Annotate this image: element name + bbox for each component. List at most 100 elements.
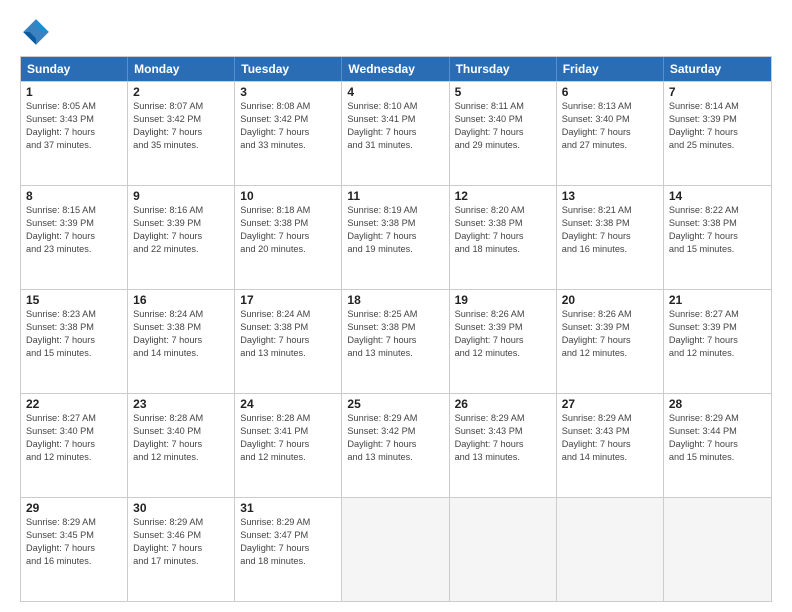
day-info: Sunrise: 8:10 AM Sunset: 3:41 PM Dayligh… — [347, 100, 443, 152]
calendar-cell: 18Sunrise: 8:25 AM Sunset: 3:38 PM Dayli… — [342, 290, 449, 393]
day-info: Sunrise: 8:26 AM Sunset: 3:39 PM Dayligh… — [562, 308, 658, 360]
calendar-cell: 8Sunrise: 8:15 AM Sunset: 3:39 PM Daylig… — [21, 186, 128, 289]
day-number: 20 — [562, 293, 658, 307]
day-info: Sunrise: 8:23 AM Sunset: 3:38 PM Dayligh… — [26, 308, 122, 360]
day-number: 7 — [669, 85, 766, 99]
day-number: 8 — [26, 189, 122, 203]
day-info: Sunrise: 8:26 AM Sunset: 3:39 PM Dayligh… — [455, 308, 551, 360]
day-info: Sunrise: 8:29 AM Sunset: 3:43 PM Dayligh… — [562, 412, 658, 464]
day-number: 18 — [347, 293, 443, 307]
day-number: 12 — [455, 189, 551, 203]
cal-header-saturday: Saturday — [664, 57, 771, 81]
calendar-cell: 16Sunrise: 8:24 AM Sunset: 3:38 PM Dayli… — [128, 290, 235, 393]
day-number: 22 — [26, 397, 122, 411]
day-number: 21 — [669, 293, 766, 307]
cal-header-wednesday: Wednesday — [342, 57, 449, 81]
cal-header-sunday: Sunday — [21, 57, 128, 81]
calendar-week-5: 29Sunrise: 8:29 AM Sunset: 3:45 PM Dayli… — [21, 497, 771, 601]
calendar: SundayMondayTuesdayWednesdayThursdayFrid… — [20, 56, 772, 602]
calendar-cell: 20Sunrise: 8:26 AM Sunset: 3:39 PM Dayli… — [557, 290, 664, 393]
calendar-cell: 28Sunrise: 8:29 AM Sunset: 3:44 PM Dayli… — [664, 394, 771, 497]
day-number: 31 — [240, 501, 336, 515]
day-info: Sunrise: 8:07 AM Sunset: 3:42 PM Dayligh… — [133, 100, 229, 152]
calendar-cell: 4Sunrise: 8:10 AM Sunset: 3:41 PM Daylig… — [342, 82, 449, 185]
calendar-cell: 6Sunrise: 8:13 AM Sunset: 3:40 PM Daylig… — [557, 82, 664, 185]
calendar-cell: 21Sunrise: 8:27 AM Sunset: 3:39 PM Dayli… — [664, 290, 771, 393]
day-number: 16 — [133, 293, 229, 307]
calendar-cell: 3Sunrise: 8:08 AM Sunset: 3:42 PM Daylig… — [235, 82, 342, 185]
day-number: 9 — [133, 189, 229, 203]
calendar-cell: 14Sunrise: 8:22 AM Sunset: 3:38 PM Dayli… — [664, 186, 771, 289]
day-info: Sunrise: 8:29 AM Sunset: 3:44 PM Dayligh… — [669, 412, 766, 464]
day-info: Sunrise: 8:29 AM Sunset: 3:42 PM Dayligh… — [347, 412, 443, 464]
day-info: Sunrise: 8:14 AM Sunset: 3:39 PM Dayligh… — [669, 100, 766, 152]
calendar-cell: 25Sunrise: 8:29 AM Sunset: 3:42 PM Dayli… — [342, 394, 449, 497]
calendar-cell: 24Sunrise: 8:28 AM Sunset: 3:41 PM Dayli… — [235, 394, 342, 497]
day-number: 30 — [133, 501, 229, 515]
calendar-cell: 27Sunrise: 8:29 AM Sunset: 3:43 PM Dayli… — [557, 394, 664, 497]
calendar-header: SundayMondayTuesdayWednesdayThursdayFrid… — [21, 57, 771, 81]
day-info: Sunrise: 8:29 AM Sunset: 3:47 PM Dayligh… — [240, 516, 336, 568]
day-info: Sunrise: 8:22 AM Sunset: 3:38 PM Dayligh… — [669, 204, 766, 256]
page: SundayMondayTuesdayWednesdayThursdayFrid… — [0, 0, 792, 612]
calendar-cell: 7Sunrise: 8:14 AM Sunset: 3:39 PM Daylig… — [664, 82, 771, 185]
day-info: Sunrise: 8:05 AM Sunset: 3:43 PM Dayligh… — [26, 100, 122, 152]
day-number: 13 — [562, 189, 658, 203]
day-number: 28 — [669, 397, 766, 411]
calendar-cell — [342, 498, 449, 601]
day-info: Sunrise: 8:13 AM Sunset: 3:40 PM Dayligh… — [562, 100, 658, 152]
day-info: Sunrise: 8:24 AM Sunset: 3:38 PM Dayligh… — [240, 308, 336, 360]
day-info: Sunrise: 8:29 AM Sunset: 3:46 PM Dayligh… — [133, 516, 229, 568]
calendar-cell: 15Sunrise: 8:23 AM Sunset: 3:38 PM Dayli… — [21, 290, 128, 393]
calendar-week-2: 8Sunrise: 8:15 AM Sunset: 3:39 PM Daylig… — [21, 185, 771, 289]
day-info: Sunrise: 8:19 AM Sunset: 3:38 PM Dayligh… — [347, 204, 443, 256]
calendar-cell — [450, 498, 557, 601]
calendar-cell: 2Sunrise: 8:07 AM Sunset: 3:42 PM Daylig… — [128, 82, 235, 185]
day-info: Sunrise: 8:27 AM Sunset: 3:39 PM Dayligh… — [669, 308, 766, 360]
day-info: Sunrise: 8:29 AM Sunset: 3:45 PM Dayligh… — [26, 516, 122, 568]
logo-icon — [20, 16, 52, 48]
calendar-week-4: 22Sunrise: 8:27 AM Sunset: 3:40 PM Dayli… — [21, 393, 771, 497]
day-number: 29 — [26, 501, 122, 515]
calendar-cell: 22Sunrise: 8:27 AM Sunset: 3:40 PM Dayli… — [21, 394, 128, 497]
calendar-cell — [664, 498, 771, 601]
day-info: Sunrise: 8:28 AM Sunset: 3:41 PM Dayligh… — [240, 412, 336, 464]
day-info: Sunrise: 8:11 AM Sunset: 3:40 PM Dayligh… — [455, 100, 551, 152]
day-number: 5 — [455, 85, 551, 99]
day-number: 11 — [347, 189, 443, 203]
cal-header-monday: Monday — [128, 57, 235, 81]
day-info: Sunrise: 8:18 AM Sunset: 3:38 PM Dayligh… — [240, 204, 336, 256]
calendar-cell — [557, 498, 664, 601]
calendar-cell: 23Sunrise: 8:28 AM Sunset: 3:40 PM Dayli… — [128, 394, 235, 497]
calendar-cell: 1Sunrise: 8:05 AM Sunset: 3:43 PM Daylig… — [21, 82, 128, 185]
logo — [20, 16, 56, 48]
calendar-cell: 10Sunrise: 8:18 AM Sunset: 3:38 PM Dayli… — [235, 186, 342, 289]
day-number: 14 — [669, 189, 766, 203]
calendar-week-3: 15Sunrise: 8:23 AM Sunset: 3:38 PM Dayli… — [21, 289, 771, 393]
day-info: Sunrise: 8:27 AM Sunset: 3:40 PM Dayligh… — [26, 412, 122, 464]
day-number: 26 — [455, 397, 551, 411]
day-number: 19 — [455, 293, 551, 307]
day-info: Sunrise: 8:08 AM Sunset: 3:42 PM Dayligh… — [240, 100, 336, 152]
calendar-cell: 26Sunrise: 8:29 AM Sunset: 3:43 PM Dayli… — [450, 394, 557, 497]
day-number: 3 — [240, 85, 336, 99]
day-info: Sunrise: 8:28 AM Sunset: 3:40 PM Dayligh… — [133, 412, 229, 464]
day-number: 17 — [240, 293, 336, 307]
cal-header-thursday: Thursday — [450, 57, 557, 81]
day-number: 2 — [133, 85, 229, 99]
day-number: 27 — [562, 397, 658, 411]
day-number: 23 — [133, 397, 229, 411]
calendar-cell: 31Sunrise: 8:29 AM Sunset: 3:47 PM Dayli… — [235, 498, 342, 601]
header — [20, 16, 772, 48]
calendar-cell: 13Sunrise: 8:21 AM Sunset: 3:38 PM Dayli… — [557, 186, 664, 289]
calendar-cell: 17Sunrise: 8:24 AM Sunset: 3:38 PM Dayli… — [235, 290, 342, 393]
day-number: 1 — [26, 85, 122, 99]
calendar-cell: 11Sunrise: 8:19 AM Sunset: 3:38 PM Dayli… — [342, 186, 449, 289]
cal-header-tuesday: Tuesday — [235, 57, 342, 81]
calendar-cell: 29Sunrise: 8:29 AM Sunset: 3:45 PM Dayli… — [21, 498, 128, 601]
day-info: Sunrise: 8:20 AM Sunset: 3:38 PM Dayligh… — [455, 204, 551, 256]
day-info: Sunrise: 8:16 AM Sunset: 3:39 PM Dayligh… — [133, 204, 229, 256]
calendar-cell: 30Sunrise: 8:29 AM Sunset: 3:46 PM Dayli… — [128, 498, 235, 601]
day-number: 6 — [562, 85, 658, 99]
cal-header-friday: Friday — [557, 57, 664, 81]
